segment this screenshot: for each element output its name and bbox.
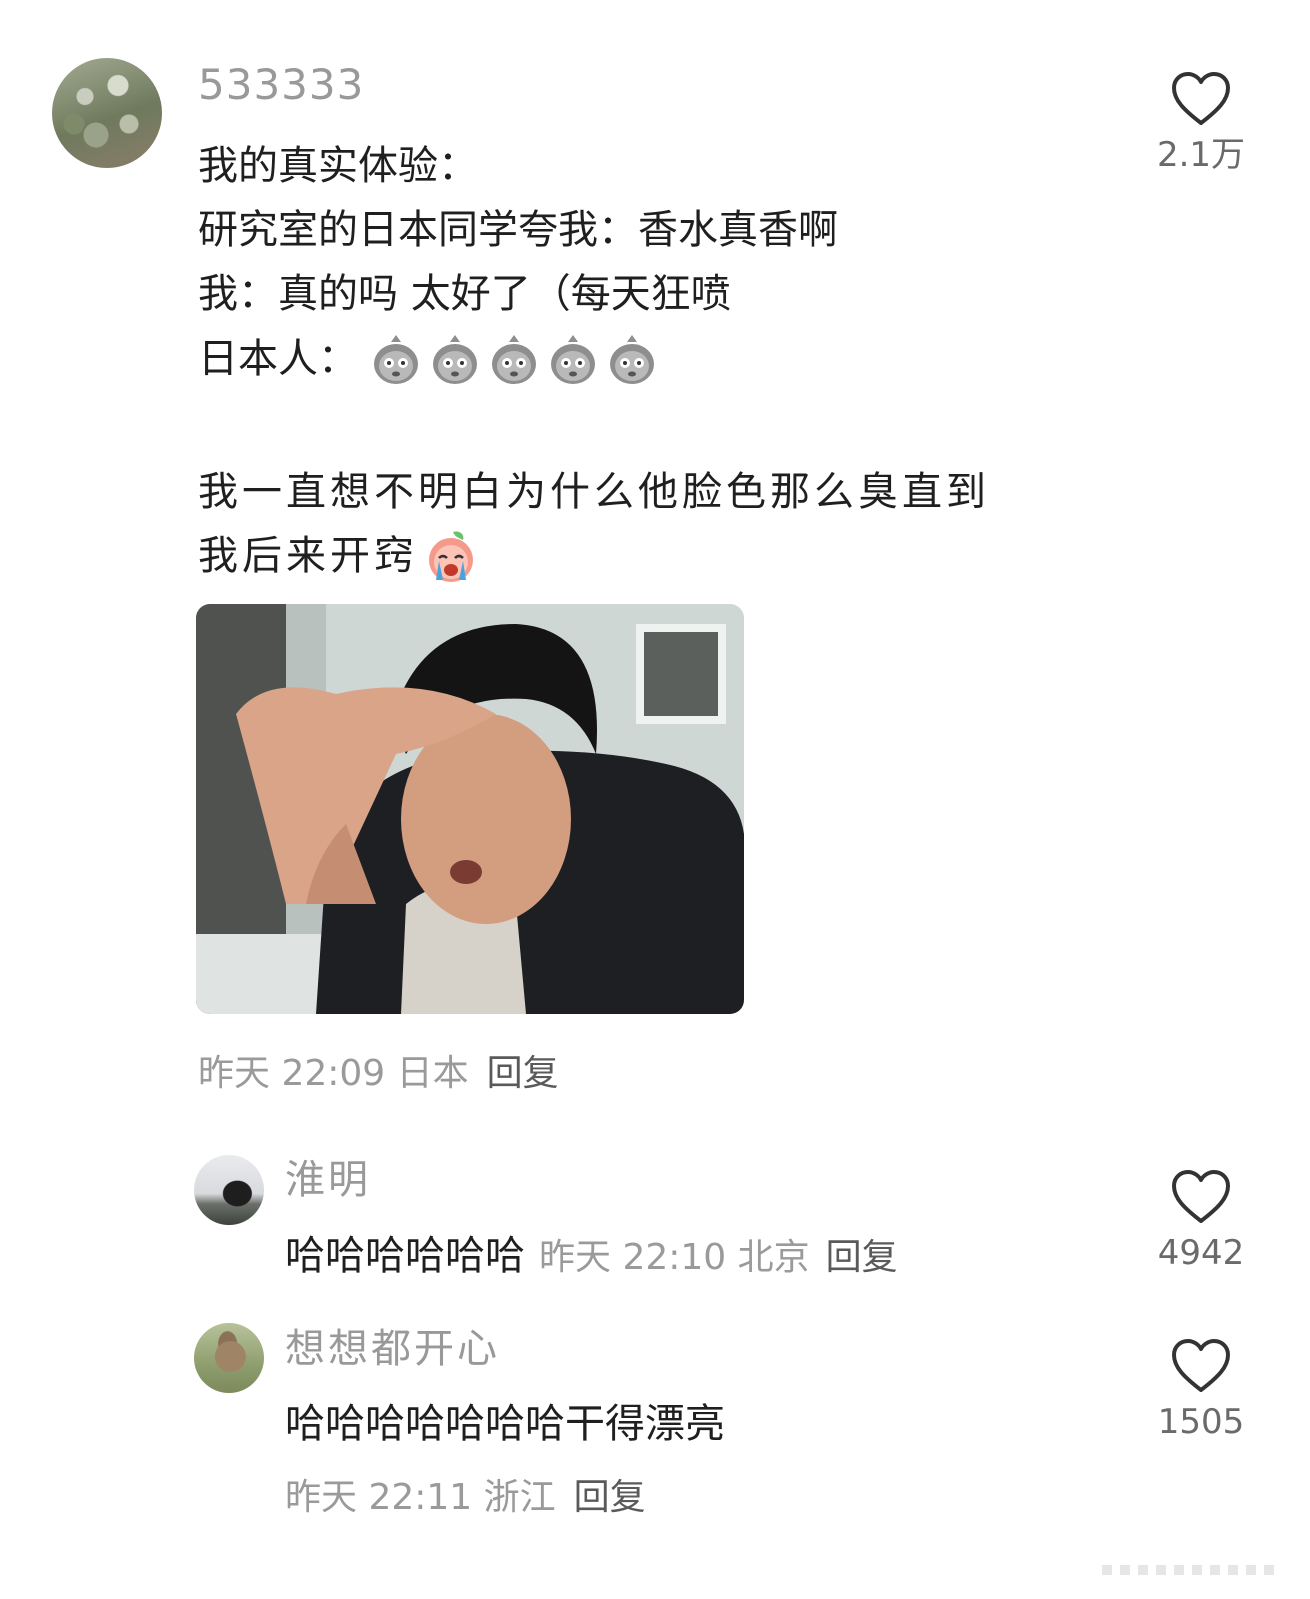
reply-username[interactable]: 想想都开心: [285, 1329, 500, 1369]
comment-line: 我的真实体验：: [198, 143, 478, 189]
speechless-face-icon: [492, 335, 537, 384]
like-button[interactable]: 2.1万: [1151, 70, 1251, 172]
meme-photo: [196, 604, 744, 1014]
comment-meta: 昨天 22:09 日本 回复: [198, 1056, 559, 1092]
like-count: 2.1万: [1156, 135, 1246, 175]
comment-image[interactable]: [196, 604, 744, 1014]
comment-line: 我一直想不明白为什么他脸色那么臭直到: [198, 469, 990, 515]
reply-timestamp-location: 昨天 22:11 浙江: [285, 1477, 556, 1518]
comment-line: 研究室的日本同学夸我：香水真香啊: [198, 207, 838, 253]
like-button[interactable]: 1505: [1151, 1337, 1251, 1439]
reply-button[interactable]: 回复: [826, 1237, 898, 1278]
avatar[interactable]: [194, 1323, 264, 1393]
reply-button[interactable]: 回复: [487, 1053, 559, 1094]
speechless-face-icon: [433, 335, 478, 384]
like-button[interactable]: 4942: [1151, 1168, 1251, 1270]
comment-line-with-emoji: 日本人：: [198, 332, 661, 388]
comment-line: 我后来开窍: [198, 533, 418, 579]
like-count: 1505: [1157, 1402, 1245, 1442]
comment-username[interactable]: 533333: [198, 64, 364, 106]
reply-meta: 昨天 22:11 浙江 回复: [285, 1480, 646, 1516]
reply-meta: 昨天 22:10 北京 回复: [539, 1237, 898, 1278]
watermark-marks: [1102, 1565, 1274, 1575]
reply-button[interactable]: 回复: [574, 1477, 646, 1518]
heart-icon: [1172, 72, 1230, 125]
speechless-face-icon: [551, 335, 596, 384]
like-count: 4942: [1157, 1233, 1245, 1273]
speechless-face-icon: [610, 335, 655, 384]
emoji-row: [371, 332, 661, 386]
reply-text: 哈哈哈哈哈哈: [285, 1233, 525, 1279]
comment-line: 日本人：: [198, 336, 358, 382]
reply-text: 哈哈哈哈哈哈哈干得漂亮: [285, 1401, 725, 1447]
avatar[interactable]: [194, 1155, 264, 1225]
comment-line: 我：真的吗 太好了（每天狂喷: [198, 271, 731, 317]
heart-icon: [1172, 1339, 1230, 1392]
reply-body: 哈哈哈哈哈哈 昨天 22:10 北京 回复: [285, 1236, 898, 1276]
heart-icon: [1172, 1170, 1230, 1223]
reply-timestamp-location: 昨天 22:10 北京: [539, 1237, 810, 1278]
reply-username[interactable]: 淮明: [285, 1160, 371, 1200]
comment-line-with-emoji: 我后来开窍: [198, 528, 479, 584]
speechless-face-icon: [374, 335, 419, 384]
avatar[interactable]: [52, 58, 162, 168]
comment-timestamp-location: 昨天 22:09 日本: [198, 1053, 469, 1094]
crying-face-icon: [429, 531, 474, 582]
